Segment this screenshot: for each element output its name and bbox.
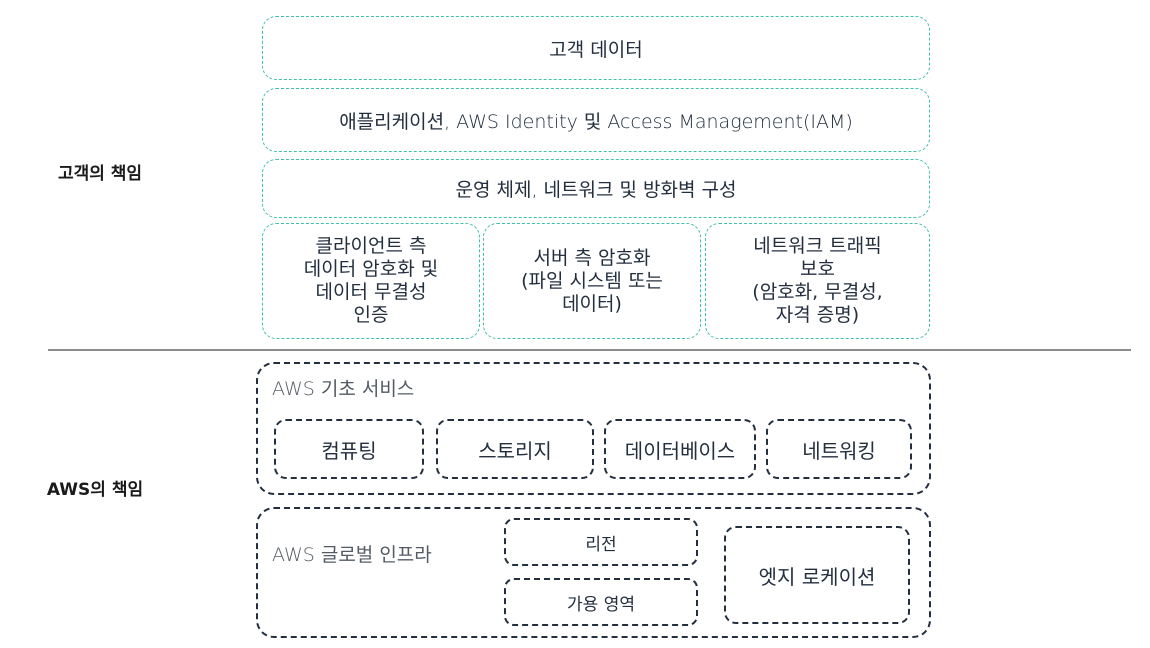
application-iam-layer: 애플리케이션, AWS Identity 및 Access Management… [262,88,930,152]
customer-responsibility-label: 고객의 책임 [57,163,143,184]
availability-zone-box: 가용 영역 [504,578,698,626]
responsibility-divider [48,349,1131,351]
edge-location-label: 엣지 로케이션 [758,564,876,589]
application-iam-label: 애플리케이션, AWS Identity 및 Access Management… [339,110,853,133]
server-side-encryption-label: 서버 측 암호화 (파일 시스템 또는 데이터) [521,246,663,315]
compute-service: 컴퓨팅 [274,419,424,479]
customer-data-layer: 고객 데이터 [262,16,930,80]
database-label: 데이터베이스 [624,438,736,463]
storage-label: 스토리지 [478,438,552,463]
networking-label: 네트워킹 [802,438,876,463]
networking-service: 네트워킹 [766,419,912,479]
region-box: 리전 [504,518,698,566]
database-service: 데이터베이스 [604,419,756,479]
aws-responsibility-label: AWS의 책임 [46,479,144,500]
region-label: 리전 [585,534,617,555]
compute-label: 컴퓨팅 [321,438,377,463]
os-network-firewall-label: 운영 체제, 네트워크 및 방화벽 구성 [455,179,737,201]
client-side-encryption-label: 클라이언트 측 데이터 암호화 및 데이터 무결성 인증 [303,235,439,326]
os-network-firewall-layer: 운영 체제, 네트워크 및 방화벽 구성 [262,159,930,218]
customer-data-label: 고객 데이터 [549,38,643,61]
global-infrastructure-title: AWS 글로벌 인프라 [272,544,432,566]
client-side-encryption-box: 클라이언트 측 데이터 암호화 및 데이터 무결성 인증 [262,223,480,339]
network-traffic-protection-box: 네트워크 트래픽 보호 (암호화, 무결성, 자격 증명) [705,223,930,339]
foundation-services-title: AWS 기초 서비스 [272,378,415,400]
network-traffic-protection-label: 네트워크 트래픽 보호 (암호화, 무결성, 자격 증명) [752,235,883,326]
availability-zone-label: 가용 영역 [567,594,635,615]
server-side-encryption-box: 서버 측 암호화 (파일 시스템 또는 데이터) [483,223,701,339]
edge-location-box: 엣지 로케이션 [724,526,910,624]
storage-service: 스토리지 [436,419,594,479]
